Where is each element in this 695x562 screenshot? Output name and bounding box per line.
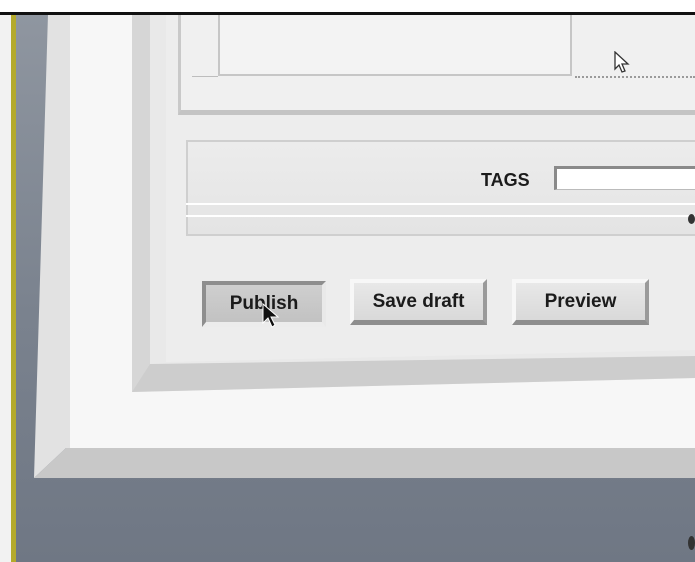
outer-frame-bottom-bevel: [34, 448, 695, 478]
scroll-marker-bottom: [688, 536, 695, 550]
outer-frame-left-bevel: [34, 14, 70, 478]
save-draft-button[interactable]: Save draft: [350, 279, 487, 325]
pointer-cursor-icon: [614, 51, 630, 73]
inner-panel-left-bevel: [132, 14, 150, 392]
scroll-marker: [688, 214, 695, 224]
preview-button[interactable]: Preview: [512, 279, 649, 325]
top-border: [0, 0, 695, 15]
tags-label: TAGS: [481, 170, 530, 190]
post-body-textarea[interactable]: [218, 14, 572, 76]
dotted-rule: [575, 76, 695, 78]
editor-divider: [192, 76, 218, 77]
tags-input[interactable]: [554, 166, 695, 190]
tags-panel-divider: [186, 203, 695, 217]
mouse-cursor-icon: [262, 303, 280, 328]
